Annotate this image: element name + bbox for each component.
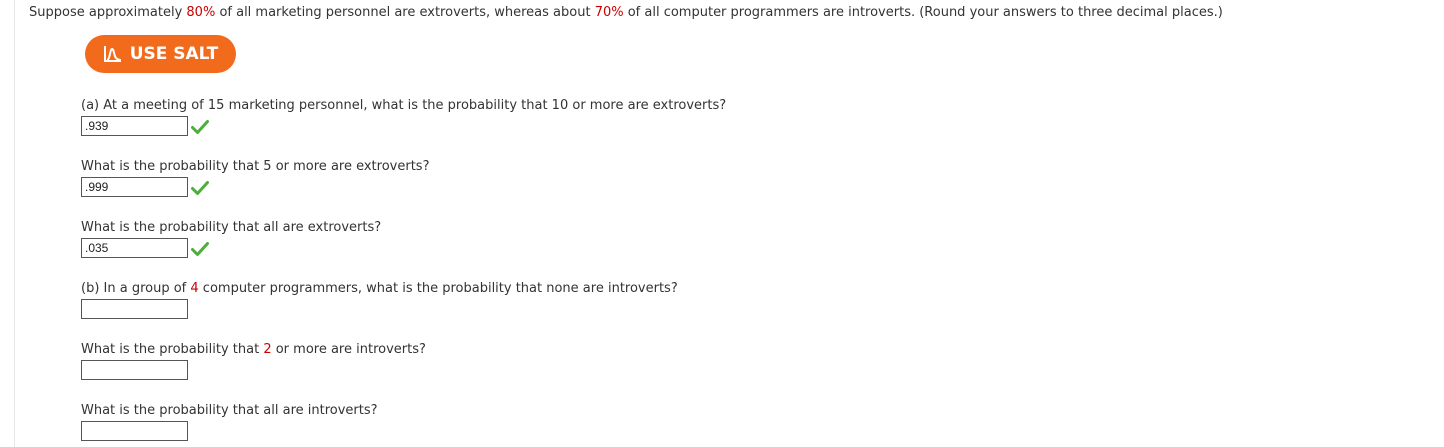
question-introverts-2-or-more: What is the probability that 2 or more a… bbox=[81, 342, 426, 358]
threshold-number: 2 bbox=[263, 342, 272, 357]
question-b2-text-1: What is the probability that bbox=[81, 342, 264, 357]
answer-field-b1[interactable] bbox=[81, 299, 188, 319]
problem-statement: Suppose approximately 80% of all marketi… bbox=[29, 5, 1223, 21]
question-extroverts-5-or-more: What is the probability that 5 or more a… bbox=[81, 159, 430, 174]
question-a-extroverts-10-or-more: (a) At a meeting of 15 marketing personn… bbox=[81, 98, 727, 113]
question-all-extroverts: What is the probability that all are ext… bbox=[81, 220, 382, 235]
question-b-text-1: (b) In a group of bbox=[81, 281, 191, 296]
introvert-percent: 70% bbox=[594, 5, 624, 20]
question-page: Suppose approximately 80% of all marketi… bbox=[0, 0, 1444, 447]
answer-field-a1[interactable] bbox=[81, 116, 188, 136]
left-divider bbox=[14, 0, 15, 447]
intro-text-3: of all computer programmers are introver… bbox=[623, 5, 1223, 20]
question-all-introverts: What is the probability that all are int… bbox=[81, 403, 378, 418]
extrovert-percent: 80% bbox=[186, 5, 216, 20]
intro-text-2: of all marketing personnel are extrovert… bbox=[215, 5, 595, 20]
question-b2-text-2: or more are introverts? bbox=[271, 342, 426, 357]
use-salt-button[interactable]: USE SALT bbox=[85, 35, 236, 73]
intro-text-1: Suppose approximately bbox=[29, 5, 187, 20]
answer-field-b3[interactable] bbox=[81, 421, 188, 441]
correct-check-icon bbox=[191, 120, 209, 134]
question-b-text-2: computer programmers, what is the probab… bbox=[198, 281, 678, 296]
correct-check-icon bbox=[191, 242, 209, 256]
use-salt-label: USE SALT bbox=[129, 44, 219, 64]
correct-check-icon bbox=[191, 181, 209, 195]
answer-field-a2[interactable] bbox=[81, 177, 188, 197]
salt-curve-icon bbox=[103, 46, 121, 62]
answer-field-a3[interactable] bbox=[81, 238, 188, 258]
question-b-none-introverts: (b) In a group of 4 computer programmers… bbox=[81, 281, 678, 297]
answer-field-b2[interactable] bbox=[81, 360, 188, 380]
group-size-number: 4 bbox=[190, 281, 199, 296]
